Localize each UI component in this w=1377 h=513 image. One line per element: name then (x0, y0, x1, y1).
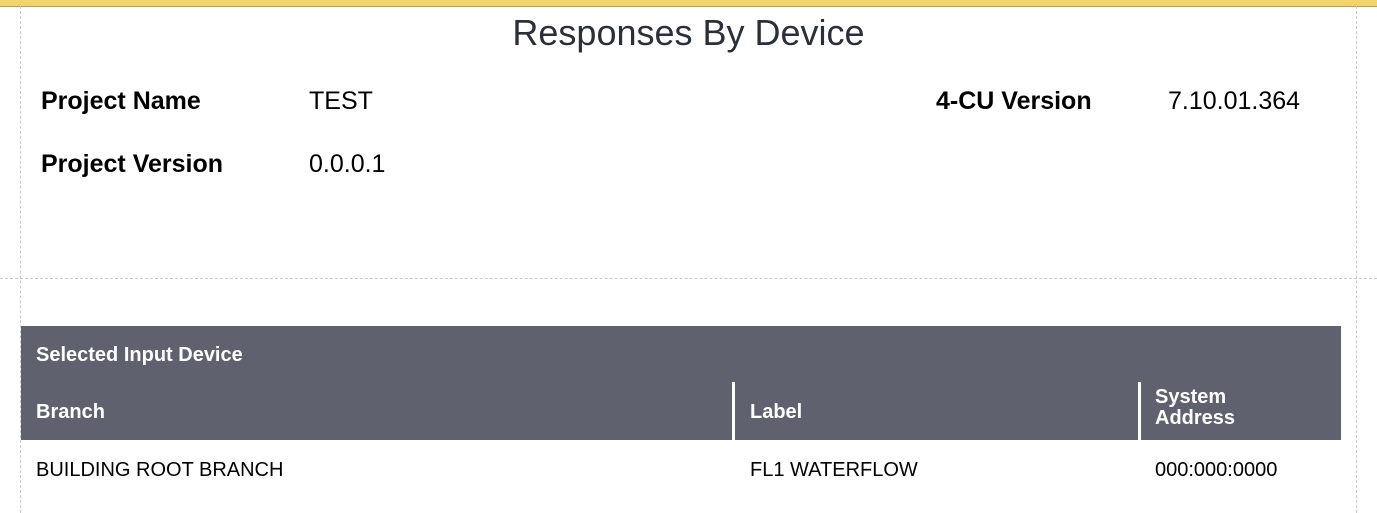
column-header-system-address: System Address (1155, 386, 1236, 429)
table-cell-system-address: 000:000:0000 (1155, 459, 1278, 481)
report-title: Responses By Device (512, 12, 865, 53)
column-header-branch: Branch (36, 401, 105, 423)
project-version-value: 0.0.0.1 (309, 150, 386, 178)
column-header-label: Label (750, 401, 803, 423)
column-separator (1138, 382, 1141, 440)
section-guide (0, 278, 1377, 279)
project-name-value: TEST (309, 87, 373, 115)
cu-version-value: 7.10.01.364 (1168, 87, 1301, 115)
top-border (0, 0, 1377, 7)
section-header: Selected Input Device (36, 344, 243, 366)
table-cell-label: FL1 WATERFLOW (750, 459, 918, 481)
cu-version-label: 4-CU Version (936, 87, 1092, 115)
project-name-label: Project Name (41, 87, 201, 115)
project-version-label: Project Version (41, 150, 224, 178)
table-cell-branch: BUILDING ROOT BRANCH (36, 459, 284, 481)
report-page: Responses By Device Project Name TEST Pr… (0, 0, 1377, 513)
column-separator (732, 382, 735, 440)
page-guide-right (1356, 6, 1357, 513)
